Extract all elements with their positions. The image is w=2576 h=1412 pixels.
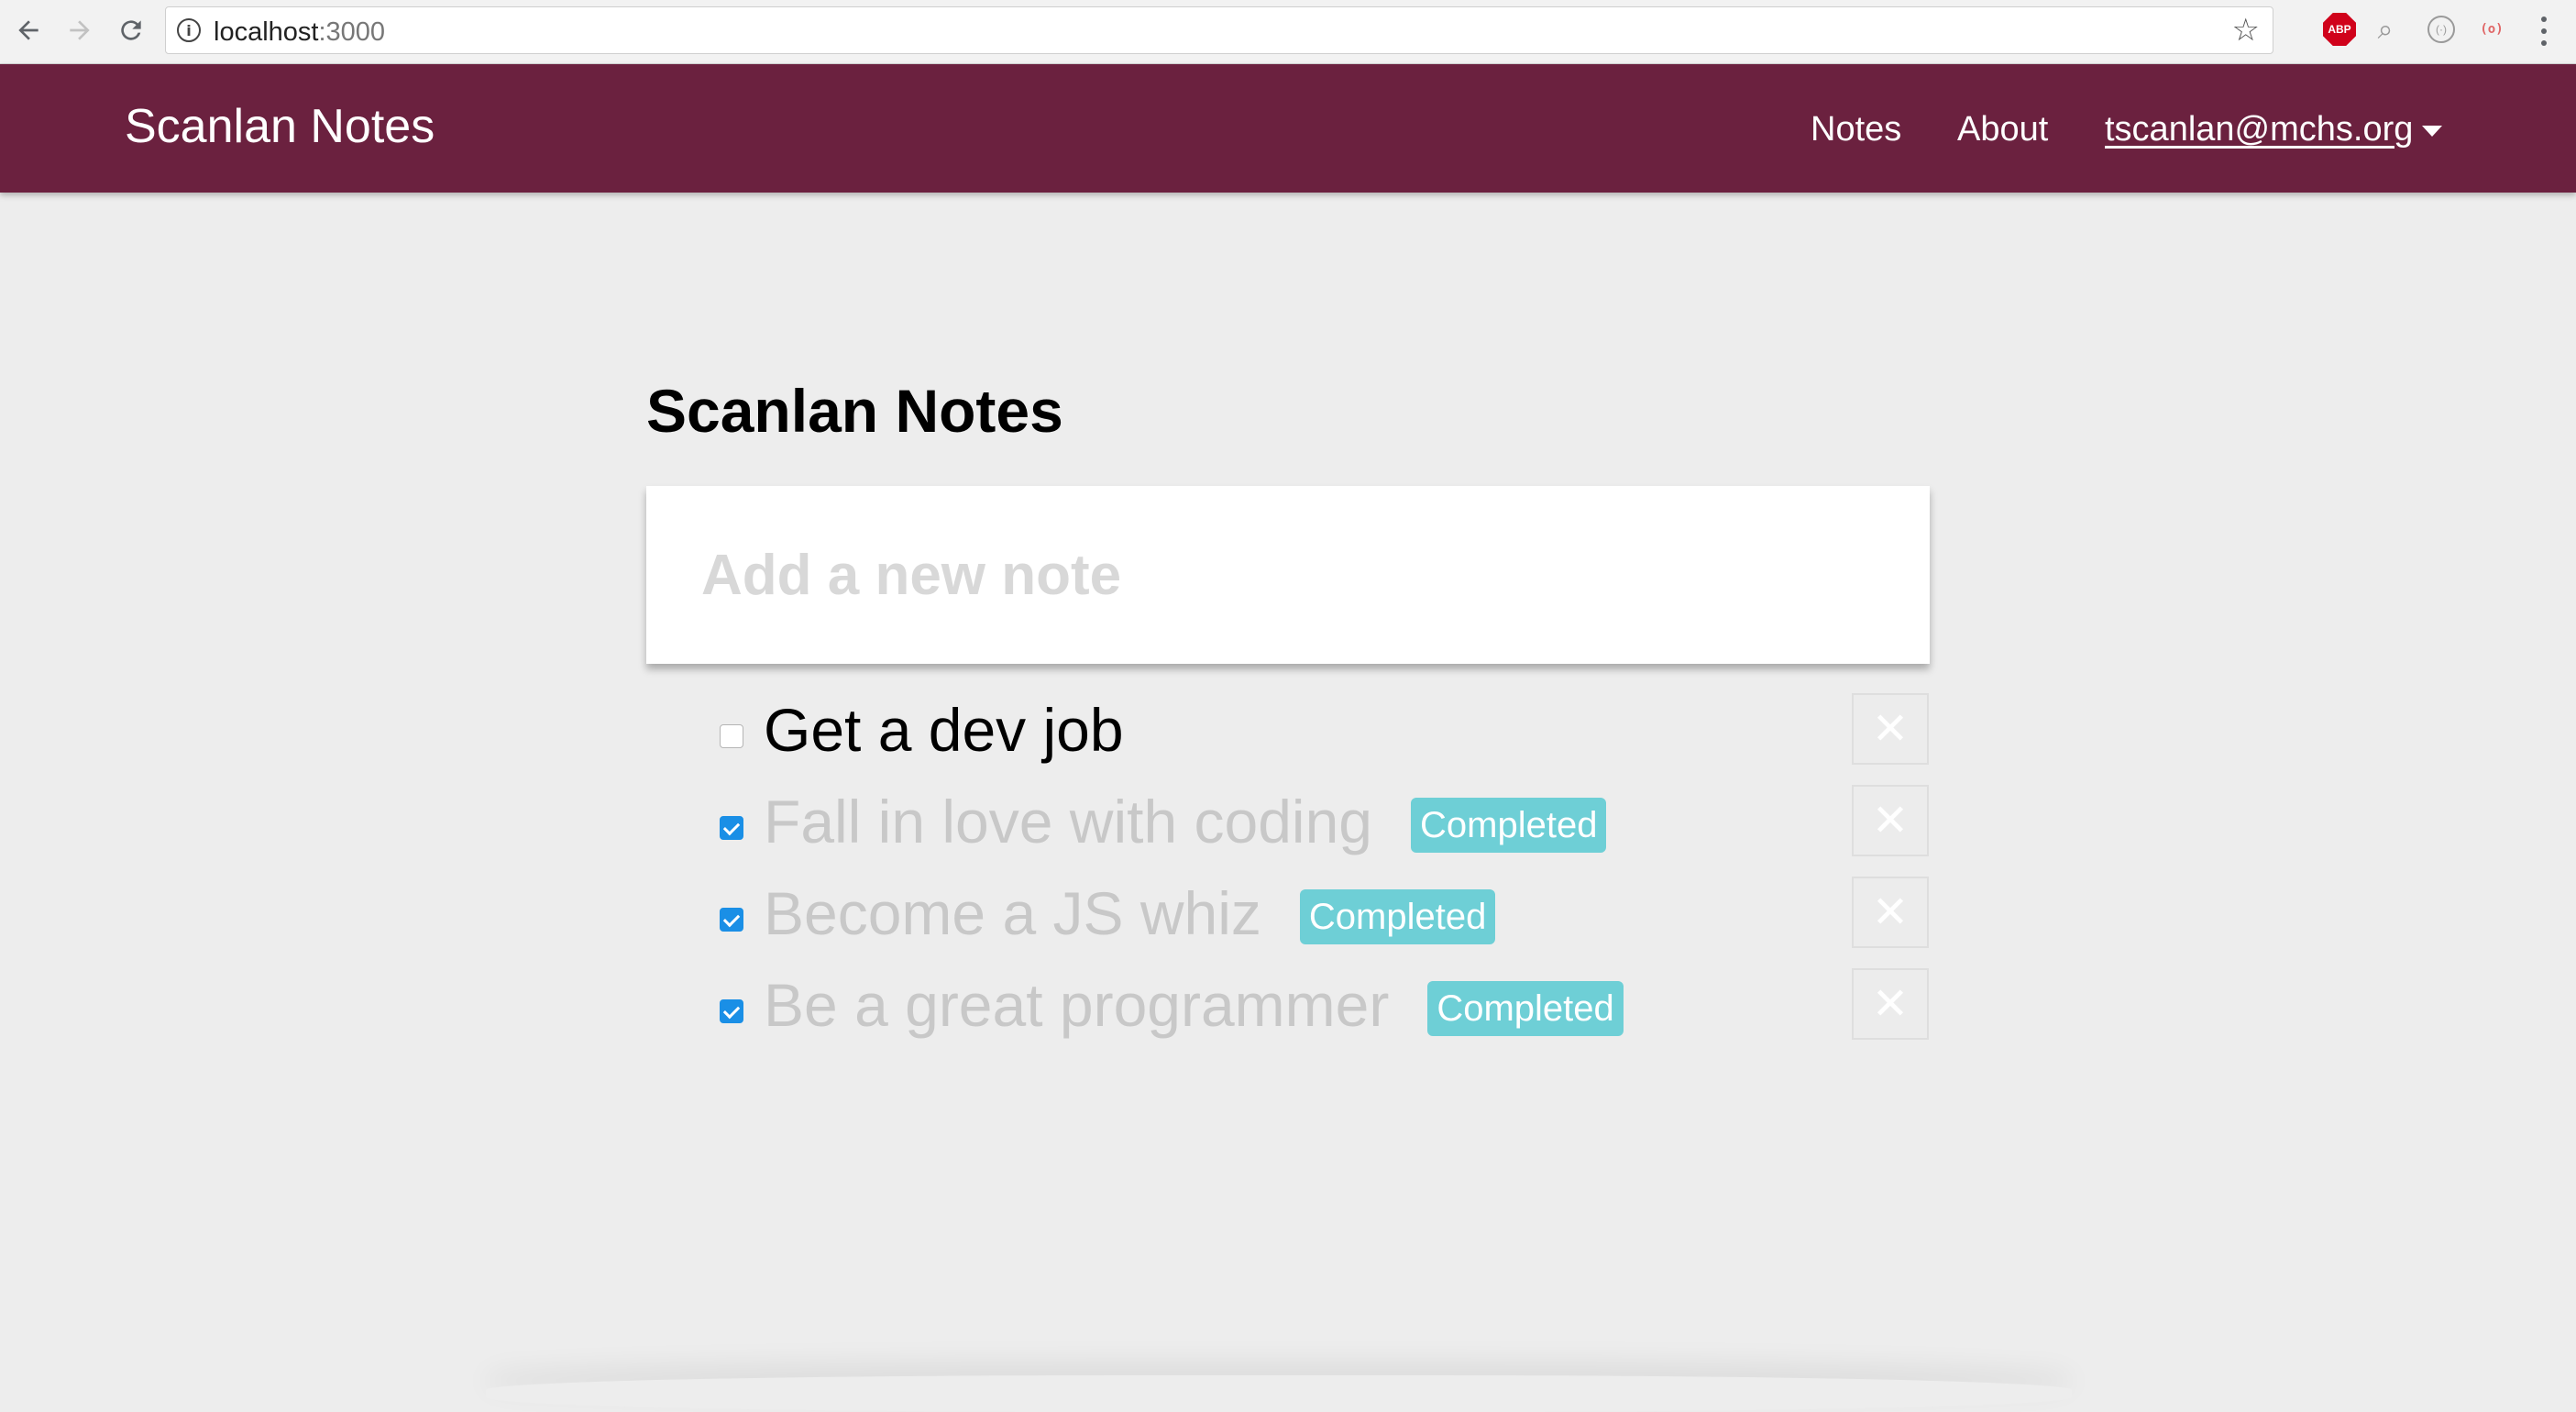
note-item: Be a great programmer Completed ✕ xyxy=(646,963,1930,1054)
browser-menu-icon[interactable] xyxy=(2537,13,2550,50)
bookmark-star-icon[interactable]: ☆ xyxy=(2232,15,2260,46)
cast-extension-icon[interactable]: (o) xyxy=(2475,13,2508,46)
nav-link-notes[interactable]: Notes xyxy=(1811,110,1901,149)
delete-note-button[interactable]: ✕ xyxy=(1852,877,1929,948)
note-text-wrapper: Fall in love with coding Completed xyxy=(764,787,1607,856)
completed-badge: Completed xyxy=(1299,889,1496,944)
reload-icon xyxy=(121,20,141,40)
arrow-left-icon xyxy=(18,20,39,40)
forward-button[interactable] xyxy=(59,9,101,51)
page-title: Scanlan Notes xyxy=(646,377,1063,445)
note-text-wrapper: Become a JS whiz Completed xyxy=(764,878,1496,948)
user-dropdown[interactable]: tscanlan@mchs.org xyxy=(2105,110,2443,149)
note-checkbox[interactable] xyxy=(720,724,743,748)
delete-note-button[interactable]: ✕ xyxy=(1852,968,1929,1040)
footer-shadow xyxy=(486,1375,2072,1412)
close-icon: ✕ xyxy=(1871,795,1910,846)
notes-list: Get a dev job ✕ Fall in love with coding Co… xyxy=(646,688,1930,1054)
close-icon: ✕ xyxy=(1871,703,1910,755)
delete-note-button[interactable]: ✕ xyxy=(1852,785,1929,856)
abp-icon[interactable]: ABP xyxy=(2323,13,2356,46)
note-item: Fall in love with coding Completed ✕ xyxy=(646,779,1930,871)
address-bar[interactable]: i localhost:3000 ☆ xyxy=(165,6,2273,54)
brand-link[interactable]: Scanlan Notes xyxy=(125,99,435,154)
info-icon[interactable]: i xyxy=(177,18,201,42)
new-note-input[interactable] xyxy=(646,486,1930,664)
note-text[interactable]: Be a great programmer xyxy=(764,970,1389,1040)
close-icon: ✕ xyxy=(1871,887,1910,938)
user-email: tscanlan@mchs.org xyxy=(2105,110,2414,149)
note-text-wrapper: Be a great programmer Completed xyxy=(764,970,1624,1040)
arrow-right-icon xyxy=(70,20,90,40)
delete-note-button[interactable]: ✕ xyxy=(1852,693,1929,765)
completed-badge: Completed xyxy=(1427,981,1624,1036)
reload-button[interactable] xyxy=(110,9,152,51)
note-text-wrapper: Get a dev job xyxy=(764,695,1124,765)
abp-label: ABP xyxy=(2328,23,2351,36)
browser-toolbar: i localhost:3000 ☆ ABP ⌕ (·) (o) xyxy=(0,0,2576,64)
circle-extension-icon[interactable]: (·) xyxy=(2427,16,2455,43)
note-checkbox[interactable] xyxy=(720,816,743,840)
caret-down-icon xyxy=(2422,125,2443,137)
url-port: :3000 xyxy=(318,17,386,47)
url-text[interactable]: localhost:3000 xyxy=(214,17,385,48)
note-item: Become a JS whiz Completed ✕ xyxy=(646,871,1930,963)
completed-badge: Completed xyxy=(1411,798,1607,853)
search-extension-icon[interactable]: ⌕ xyxy=(2369,13,2402,46)
note-item: Get a dev job ✕ xyxy=(646,688,1930,779)
back-button[interactable] xyxy=(7,9,50,51)
nav-link-about[interactable]: About xyxy=(1957,110,2048,149)
note-checkbox[interactable] xyxy=(720,908,743,932)
note-text[interactable]: Get a dev job xyxy=(764,695,1124,765)
note-text[interactable]: Become a JS whiz xyxy=(764,878,1261,948)
url-host: localhost xyxy=(214,17,319,47)
app-navbar: Scanlan Notes Notes About tscanlan@mchs.… xyxy=(0,64,2576,193)
note-checkbox[interactable] xyxy=(720,999,743,1023)
close-icon: ✕ xyxy=(1871,978,1910,1030)
note-text[interactable]: Fall in love with coding xyxy=(764,787,1372,856)
